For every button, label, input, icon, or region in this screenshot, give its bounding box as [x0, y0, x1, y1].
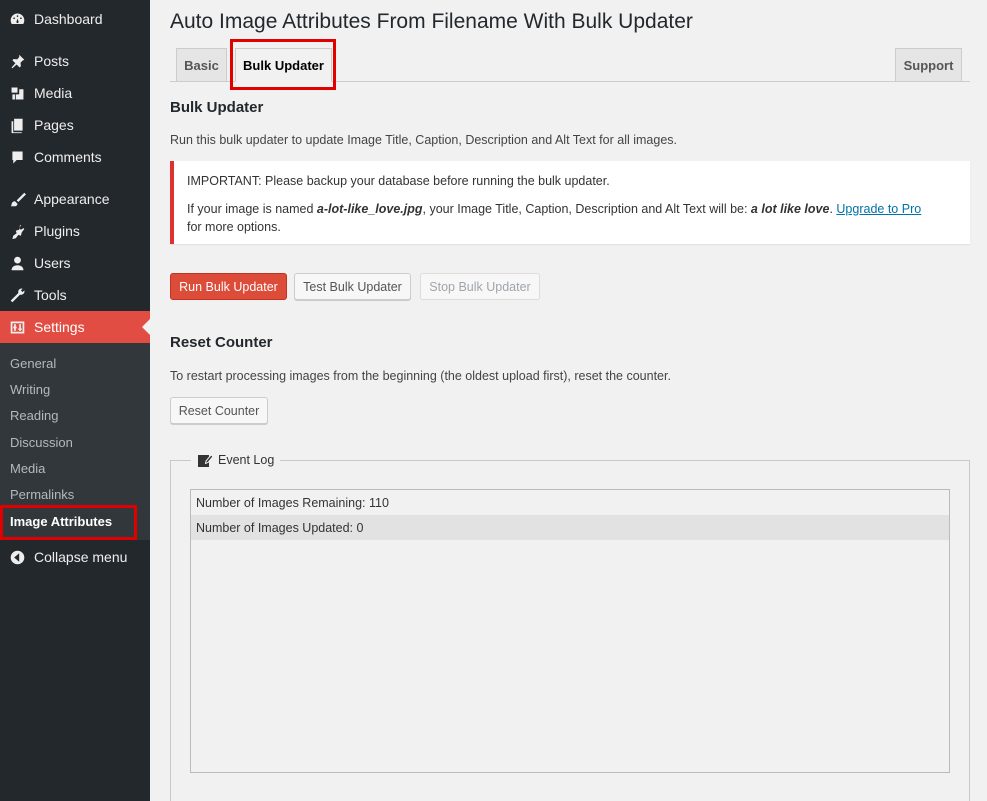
menu-item-plugins[interactable]: Plugins [0, 215, 150, 247]
pin-icon [7, 51, 27, 71]
menu-label: Users [34, 255, 71, 271]
menu-label: Appearance [34, 191, 110, 207]
media-icon [7, 83, 27, 103]
pages-icon [7, 115, 27, 135]
menu-label: Tools [34, 287, 67, 303]
admin-sidebar: Dashboard Posts Media Pages Comments App… [0, 0, 150, 801]
highlight-box [230, 39, 336, 90]
submenu-item-general[interactable]: General [10, 356, 56, 371]
menu-item-media[interactable]: Media [0, 77, 150, 109]
collapse-label: Collapse menu [34, 549, 128, 565]
submenu-item-permalinks[interactable]: Permalinks [10, 487, 74, 502]
wrench-icon [7, 285, 27, 305]
run-bulk-updater-button[interactable]: Run Bulk Updater [170, 273, 287, 300]
menu-label: Settings [34, 319, 85, 335]
submenu-item-reading[interactable]: Reading [10, 408, 58, 423]
tab-basic[interactable]: Basic [176, 48, 227, 82]
bulk-updater-description: Run this bulk updater to update Image Ti… [170, 133, 677, 147]
submenu-item-discussion[interactable]: Discussion [10, 435, 73, 450]
menu-item-comments[interactable]: Comments [0, 141, 150, 173]
menu-item-users[interactable]: Users [0, 247, 150, 279]
menu-label: Dashboard [34, 11, 103, 27]
collapse-arrow-icon [7, 547, 27, 567]
menu-label: Plugins [34, 223, 80, 239]
test-bulk-updater-button[interactable]: Test Bulk Updater [294, 273, 411, 300]
menu-item-pages[interactable]: Pages [0, 109, 150, 141]
menu-label: Comments [34, 149, 102, 165]
event-log-box[interactable]: Number of Images Remaining: 110 Number o… [190, 489, 950, 773]
dashboard-icon [7, 9, 27, 29]
bulk-updater-heading: Bulk Updater [170, 99, 264, 116]
event-log-title: Event Log [218, 453, 275, 467]
notice-important: IMPORTANT: Please backup your database b… [187, 174, 610, 188]
log-row-remaining: Number of Images Remaining: 110 [196, 495, 389, 510]
submenu-item-media[interactable]: Media [10, 461, 45, 476]
log-row-updated: Number of Images Updated: 0 [191, 515, 949, 540]
example-result: a lot like love [750, 202, 830, 216]
menu-item-tools[interactable]: Tools [0, 279, 150, 311]
user-icon [7, 253, 27, 273]
notice-more-options: for more options. [187, 220, 281, 234]
menu-item-posts[interactable]: Posts [0, 45, 150, 77]
upgrade-to-pro-link[interactable]: Upgrade to Pro [836, 202, 921, 216]
page-title: Auto Image Attributes From Filename With… [170, 10, 693, 33]
event-log-legend: Event Log [191, 452, 281, 468]
collapse-menu-button[interactable]: Collapse menu [0, 541, 150, 573]
notice-example: If your image is named a-lot-like_love.j… [187, 202, 922, 216]
reset-counter-heading: Reset Counter [170, 334, 273, 351]
menu-label: Media [34, 85, 73, 101]
event-log-panel: Event Log Number of Images Remaining: 11… [170, 452, 970, 801]
example-filename: a-lot-like_love.jpg [316, 202, 423, 216]
plugin-icon [7, 221, 27, 241]
menu-item-dashboard[interactable]: Dashboard [0, 3, 150, 35]
submenu-item-writing[interactable]: Writing [10, 382, 50, 397]
menu-label: Pages [34, 117, 74, 133]
menu-label: Posts [34, 53, 70, 69]
backup-notice: IMPORTANT: Please backup your database b… [170, 161, 970, 244]
tab-support[interactable]: Support [895, 48, 962, 82]
brush-icon [7, 189, 27, 209]
menu-item-appearance[interactable]: Appearance [0, 183, 150, 215]
reset-counter-button[interactable]: Reset Counter [170, 397, 268, 424]
main-content: Auto Image Attributes From Filename With… [150, 0, 987, 801]
comment-icon [7, 147, 27, 167]
reset-counter-description: To restart processing images from the be… [170, 369, 671, 383]
edit-note-icon [198, 454, 213, 467]
menu-item-settings[interactable]: Settings [0, 311, 150, 343]
highlight-box [0, 505, 137, 540]
settings-icon [7, 317, 27, 337]
stop-bulk-updater-button[interactable]: Stop Bulk Updater [420, 273, 540, 300]
